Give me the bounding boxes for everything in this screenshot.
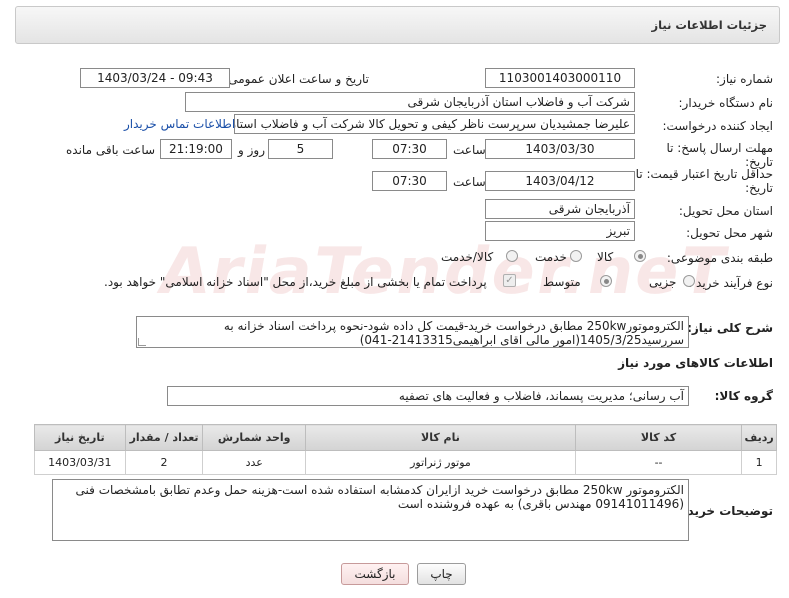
announce-field[interactable]: 1403/03/24 - 09:43 [80,68,230,88]
cell-goods-name: موتور ژنراتور [304,450,576,475]
description-line-2: سررسید1405/3/25(امور مالی اقای ابراهیمی2… [359,333,684,347]
page-title: جزئیات اطلاعات نیاز [651,18,767,32]
price-date-field[interactable]: 1403/04/12 [485,171,635,191]
goods-group-label: گروه کالا: [714,389,773,403]
reply-time-field[interactable]: 07:30 [372,139,447,159]
category-label: طبقه بندی موضوعی: [666,251,773,265]
col-quantity: تعداد / مقدار [124,424,204,451]
province-field[interactable]: آذربایجان شرقی [485,199,635,219]
category-service-label: خدمت [535,250,567,264]
back-button[interactable]: بازگشت [341,563,409,585]
buyer-org-field[interactable]: شرکت آب و فاضلاب استان آذربایجان شرقی [185,92,635,112]
description-textarea[interactable]: الکتروموتور250kw مطابق درخواست خرید-قیمت… [136,316,689,348]
process-label: نوع فرآیند خرید : [688,276,773,290]
contact-info-link[interactable]: اطلاعات تماس خریدار [124,117,235,131]
remaining-time-label: ساعت باقی مانده [66,143,156,157]
need-number-label: شماره نیاز: [716,72,773,86]
col-goods-name: نام کالا [304,424,576,451]
reply-time-label: ساعت [453,143,486,157]
col-unit: واحد شمارش [202,424,306,451]
city-field[interactable]: تبریز [485,221,635,241]
reply-date-field[interactable]: 1403/03/30 [485,139,635,159]
description-line-1: الکتروموتور250kw مطابق درخواست خرید-قیمت… [223,319,684,333]
creator-field[interactable]: علیرضا جمشیدیان سرپرست ناظر کیفی و تحویل… [234,114,635,134]
cell-goods-code: -- [574,450,743,475]
category-goods-radio[interactable] [634,250,646,262]
table-row[interactable]: 1403/03/31 2 عدد موتور ژنراتور -- 1 [34,450,777,475]
cell-row-number: 1 [741,450,777,475]
creator-label: ایجاد کننده درخواست: [662,119,773,133]
buyer-notes-line-1: الکتروموتور 250kw مطابق درخواست خرید ازا… [75,483,684,497]
price-validity-label: حداقل تاریخ اعتبار قیمت: تا [635,167,773,181]
remaining-time-field[interactable]: 21:19:00 [160,139,232,159]
process-minor-radio[interactable] [683,275,695,287]
watermark-logo: AriaTender.neT [153,235,734,309]
buyer-notes-textarea[interactable]: الکتروموتور 250kw مطابق درخواست خرید ازا… [52,479,689,541]
treasury-payment-checkbox[interactable]: ✓ [503,274,516,287]
treasury-payment-note: پرداخت تمام یا بخشی از مبلغ خرید،از محل … [104,275,487,289]
process-medium-label: متوسط [543,275,581,289]
goods-table: تاریخ نیاز تعداد / مقدار واحد شمارش نام … [34,424,777,475]
resize-handle-icon[interactable] [138,338,146,346]
description-label: شرح کلی نیاز: [687,321,773,335]
price-time-label: ساعت [453,175,486,189]
cell-need-date: 1403/03/31 [34,450,126,475]
process-medium-radio[interactable] [600,275,612,287]
cell-unit: عدد [202,450,306,475]
category-goods-service-label: کالا/خدمت [441,250,494,264]
header-panel: جزئیات اطلاعات نیاز [15,6,780,44]
category-goods-service-radio[interactable] [506,250,518,262]
print-button[interactable]: چاپ [417,563,466,585]
city-label: شهر محل تحویل: [686,226,773,240]
goods-section-title: اطلاعات کالاهای مورد نیاز [618,356,773,370]
days-label: روز و [238,143,265,157]
buyer-org-label: نام دستگاه خریدار: [678,96,774,110]
province-label: استان محل تحویل: [678,204,773,218]
price-time-field[interactable]: 07:30 [372,171,447,191]
cell-quantity: 2 [124,450,204,475]
col-row: ردیف [741,424,777,451]
col-goods-code: کد کالا [574,424,743,451]
buyer-notes-line-2: (09141011496 مهندس باقری) به عهده فروشند… [397,497,684,511]
reply-deadline-label: مهلت ارسال پاسخ: تا [666,141,773,155]
category-service-radio[interactable] [570,250,582,262]
need-number-field[interactable]: 1103001403000110 [485,68,635,88]
process-minor-label: جزیی [649,275,677,289]
goods-group-field[interactable]: آب رسانی؛ مدیریت پسماند، فاضلاب و فعالیت… [167,386,689,406]
col-need-date: تاریخ نیاز [34,424,126,451]
price-validity-label-2: تاریخ: [745,181,773,195]
category-goods-label: کالا [597,250,614,264]
days-remaining-field[interactable]: 5 [268,139,333,159]
announce-label: تاریخ و ساعت اعلان عمومی: [224,72,369,86]
